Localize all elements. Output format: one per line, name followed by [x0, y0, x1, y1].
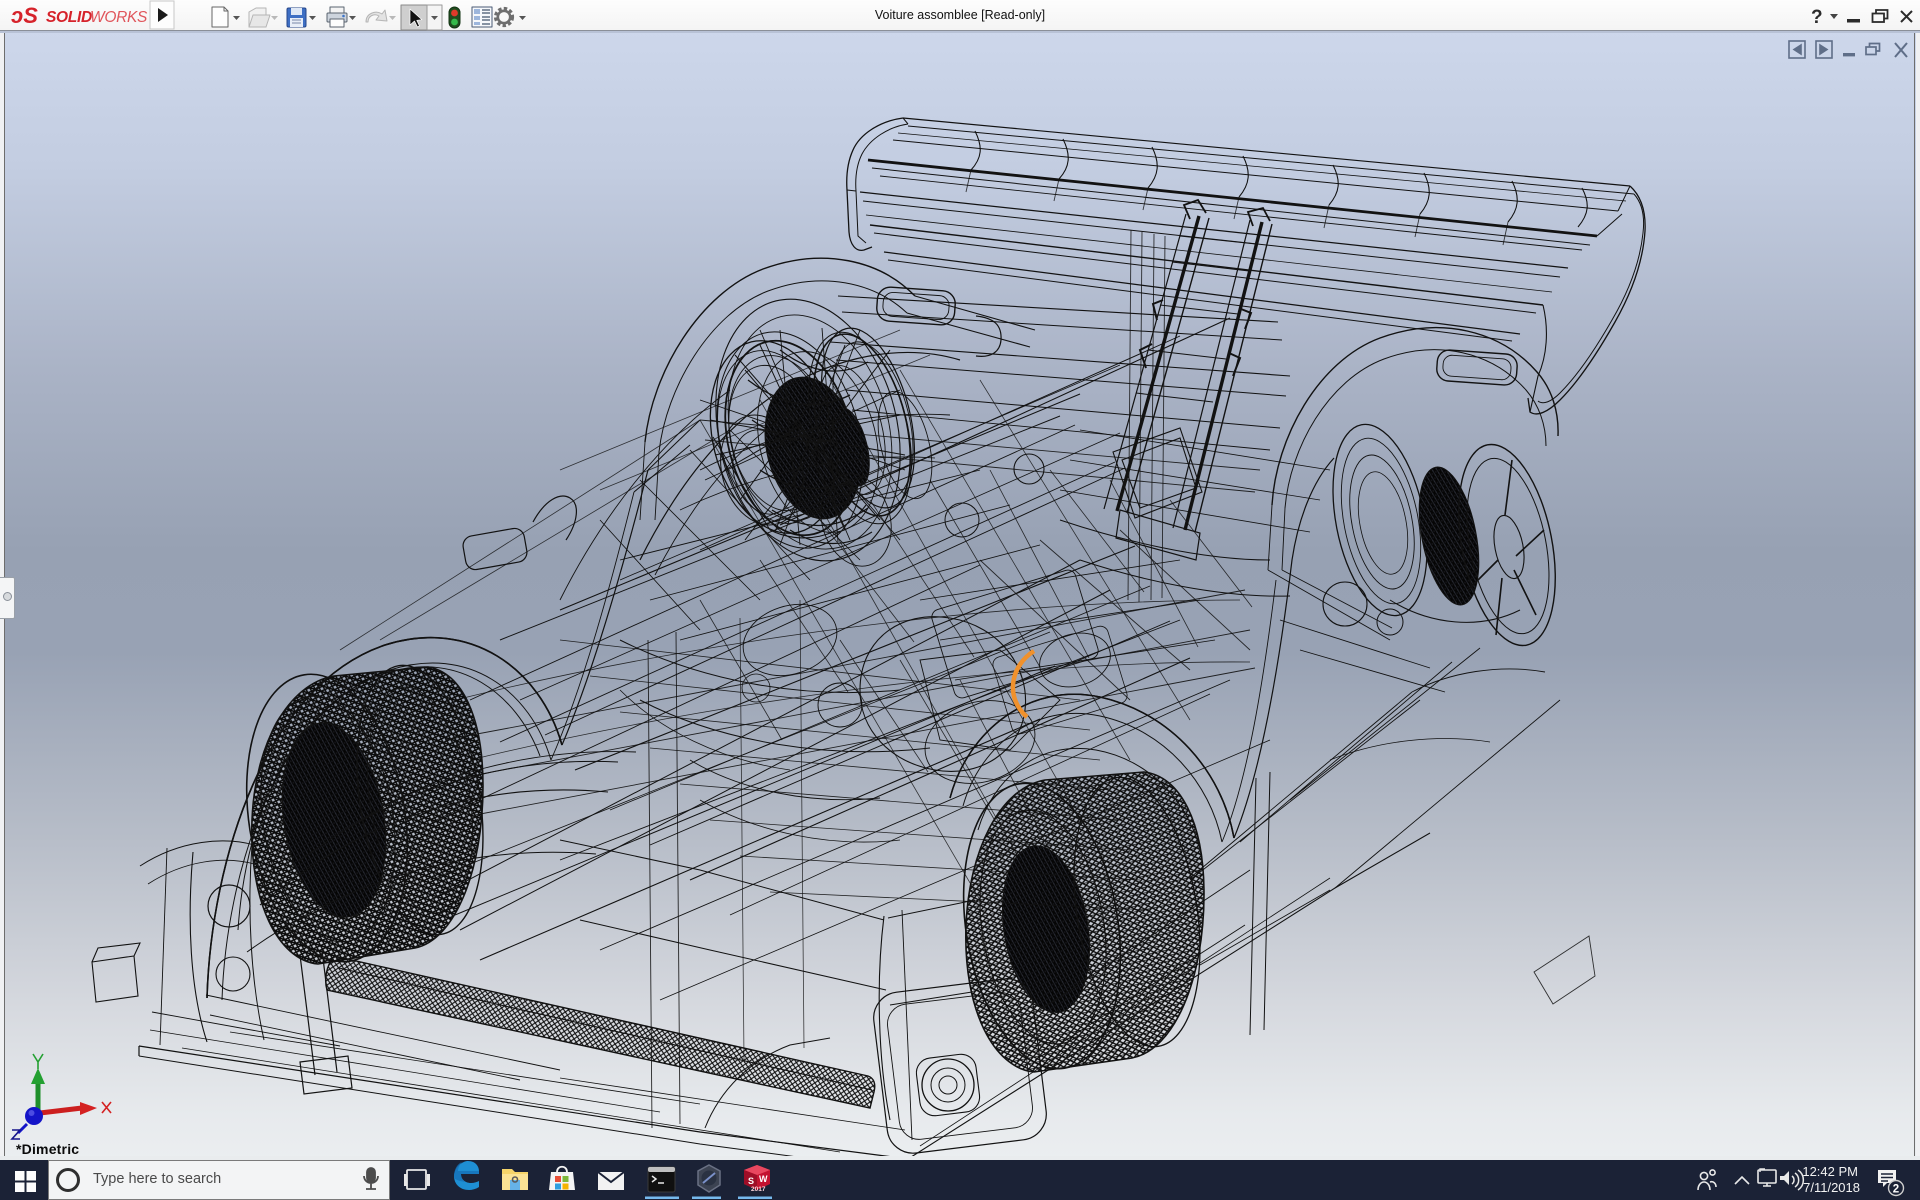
svg-text:2017: 2017 — [751, 1186, 766, 1193]
svg-text:12:42 PM: 12:42 PM — [1802, 1164, 1858, 1179]
svg-text:S: S — [748, 1176, 754, 1186]
svg-text:7/11/2018: 7/11/2018 — [1803, 1180, 1860, 1195]
svg-text:2: 2 — [1893, 1184, 1899, 1196]
svg-text:W: W — [759, 1174, 768, 1184]
